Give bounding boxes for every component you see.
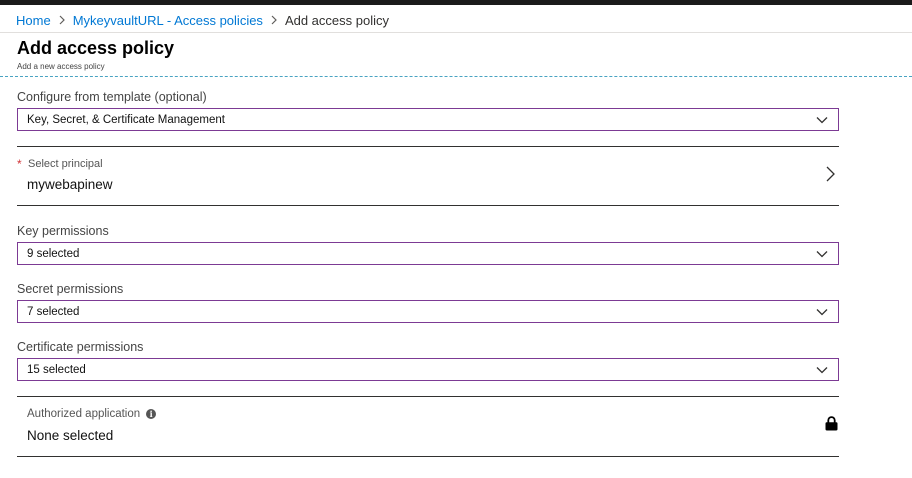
principal-label: Select principal — [28, 158, 103, 170]
certificate-permissions-label: Certificate permissions — [17, 340, 144, 354]
breadcrumb-home-link[interactable]: Home — [16, 13, 51, 28]
breadcrumb-divider — [0, 32, 912, 33]
breadcrumb-access-policies-link[interactable]: MykeyvaultURL - Access policies — [73, 13, 263, 28]
breadcrumb-current: Add access policy — [284, 12, 389, 28]
certificate-permissions-value: 15 selected — [27, 363, 86, 376]
key-permissions-value: 9 selected — [27, 247, 80, 260]
secret-permissions-dropdown[interactable]: 7 selected — [17, 300, 839, 323]
key-permissions-label: Key permissions — [17, 224, 109, 238]
chevron-right-icon[interactable] — [825, 166, 839, 182]
select-principal-row[interactable]: * Select principal mywebapinew — [17, 148, 839, 204]
principal-value: mywebapinew — [27, 177, 113, 192]
page-subtitle: Add a new access policy — [17, 62, 105, 71]
authorized-application-label: Authorized application — [27, 408, 141, 420]
template-dropdown[interactable]: Key, Secret, & Certificate Management — [17, 108, 839, 131]
required-marker: * — [17, 157, 22, 171]
template-dropdown-value: Key, Secret, & Certificate Management — [27, 113, 225, 126]
section-divider — [17, 396, 839, 397]
section-divider — [17, 146, 839, 147]
authorized-application-row: Authorized application i None selected — [17, 398, 839, 455]
chevron-down-icon — [815, 247, 829, 261]
info-icon[interactable]: i — [146, 409, 157, 419]
chevron-down-icon — [815, 113, 829, 127]
chevron-down-icon — [815, 363, 829, 377]
chevron-down-icon — [815, 305, 829, 319]
authorized-application-label-group: Authorized application i — [27, 408, 157, 420]
chevron-right-icon — [51, 15, 73, 25]
section-divider — [17, 456, 839, 457]
page-title: Add access policy — [17, 38, 175, 58]
lock-icon — [825, 416, 839, 432]
secret-permissions-value: 7 selected — [27, 305, 80, 318]
template-label: Configure from template (optional) — [17, 90, 207, 104]
certificate-permissions-dropdown[interactable]: 15 selected — [17, 358, 839, 381]
top-bar — [0, 0, 912, 5]
key-permissions-dropdown[interactable]: 9 selected — [17, 242, 839, 265]
section-divider — [17, 205, 839, 206]
title-divider — [0, 76, 912, 77]
authorized-application-value: None selected — [27, 428, 114, 443]
breadcrumb: Home MykeyvaultURL - Access policies Add… — [16, 11, 389, 29]
secret-permissions-label: Secret permissions — [17, 282, 124, 296]
chevron-right-icon — [263, 15, 285, 25]
